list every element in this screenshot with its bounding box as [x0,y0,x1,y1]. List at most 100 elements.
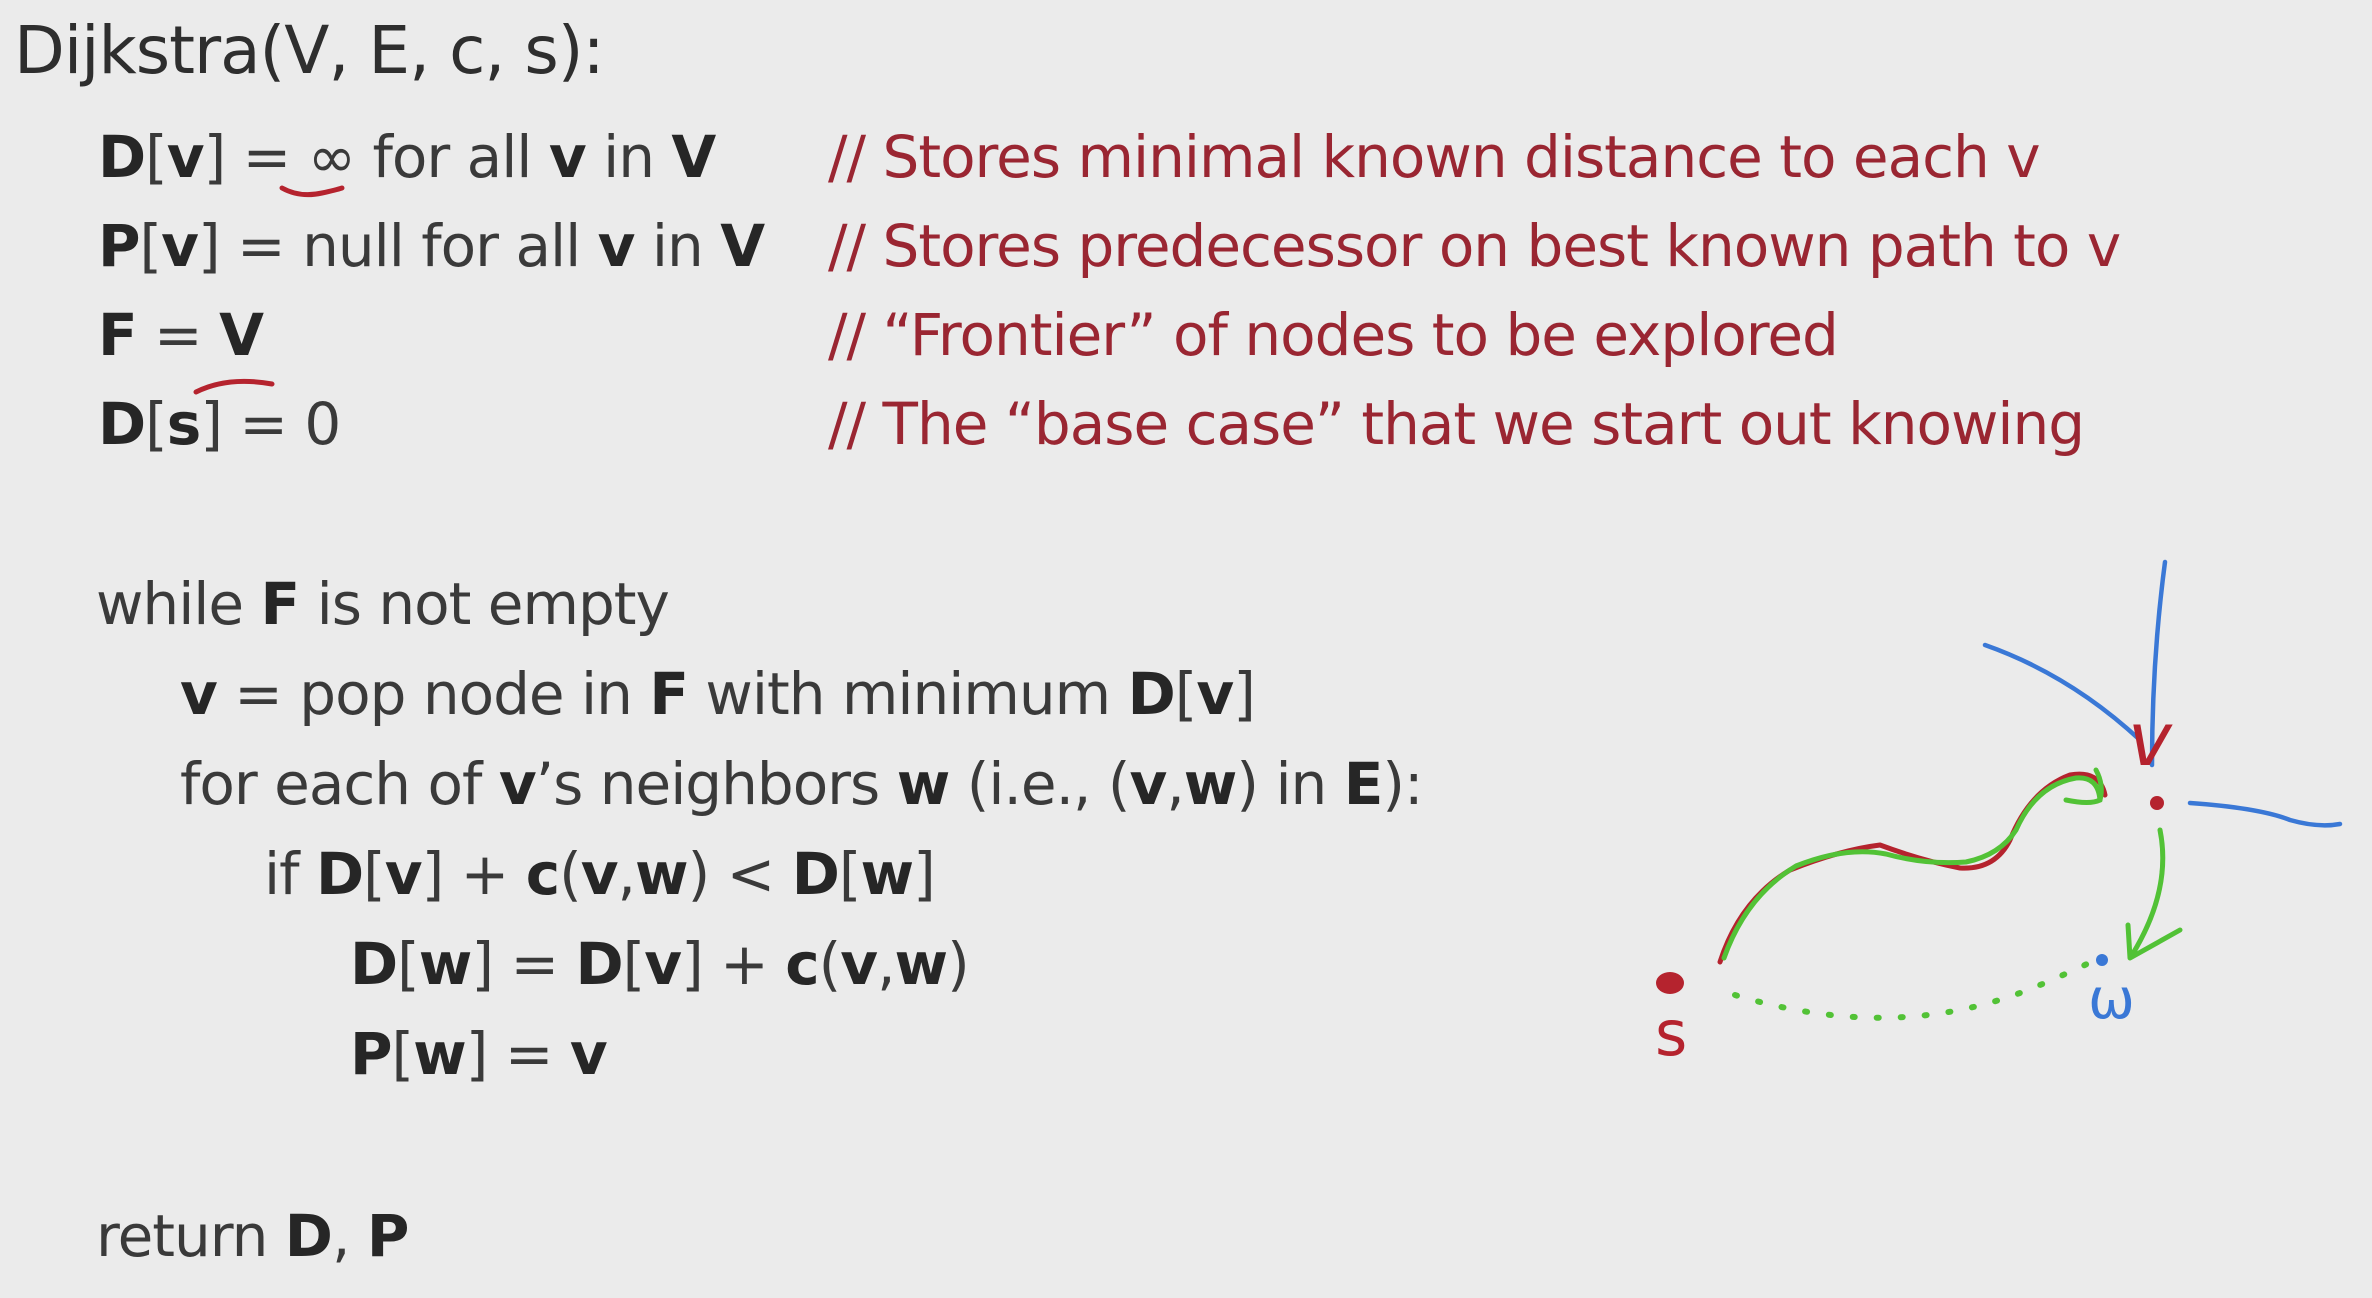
code-token-bold: v [384,840,423,908]
code-token: [ [622,930,646,998]
code-token: with minimum [687,660,1128,728]
code-token: while [96,570,261,638]
code-line-pop: v = pop node in F with minimum D[v] [180,665,1256,723]
code-token: , [1166,750,1184,818]
comment-init-frontier: // “Frontier” of nodes to be explored [828,301,1839,369]
code-token-bold: D [315,840,364,908]
node-v-label: v [2128,697,2173,783]
comment-init-distance: // Stores minimal known distance to each… [828,123,2041,191]
code-token: = pop node in [216,660,650,728]
code-token-bold: v [498,750,537,818]
red-best-path [1717,771,2108,965]
code-line-init-frontier: F = V [98,306,264,364]
code-token: [ [363,840,386,908]
green-arrowhead-v [2063,767,2104,805]
code-token: , [331,1202,367,1270]
code-line-init-source: D[s] = 0 [98,395,341,453]
code-token-bold: c [525,840,560,908]
code-token-bold: c [785,930,819,998]
blue-edge-up [2149,559,2168,768]
code-line-for-each: for each of v’s neighbors w (i.e., (v,w)… [180,755,1424,813]
code-line-init-distance: D[v] = ∞ for all v in V [98,128,716,186]
code-token: [ [838,840,862,908]
code-token: in [585,123,672,191]
code-token-bold: D [98,123,146,191]
node-s-label: s [1655,997,1687,1070]
code-token: if [264,840,316,908]
code-token: (i.e., ( [949,750,1131,818]
code-token: [ [1174,660,1198,728]
code-token: ] = null for all [197,212,598,280]
code-token-bold: D [98,390,146,458]
blue-edge-upper-left [1982,642,2143,743]
code-token-bold: v [548,123,587,191]
code-token-bold: P [98,212,141,280]
code-token-bold: v [597,212,636,280]
code-token: ) [947,930,970,998]
code-token: [ [139,212,163,280]
code-line-update-distance: D[w] = D[v] + c(v,w) [350,935,970,993]
code-token-bold: v [1129,750,1168,818]
code-token: ] = ∞ for all [203,123,549,191]
code-token: ] [913,840,936,908]
code-token-bold: v [580,840,619,908]
code-token-bold: v [840,930,878,998]
code-token: [ [145,390,168,458]
code-token-bold: w [413,1020,467,1088]
code-token: ] = [471,930,576,998]
code-token: ] + [421,840,526,908]
code-token-bold: w [896,750,951,818]
code-token: [ [397,930,420,998]
code-token-bold: w [634,840,689,908]
code-token-bold: v [180,660,218,728]
code-token-bold: w [1183,750,1238,818]
code-line-update-predecessor: P[w] = v [350,1025,608,1083]
code-token: for each of [180,750,499,818]
blue-edge-right [2187,800,2343,828]
code-token-bold: E [1343,750,1384,818]
code-token: [ [145,123,168,191]
code-token: [ [391,1020,415,1088]
code-token: ] = [465,1020,570,1088]
code-token: return [96,1202,285,1270]
code-token-bold: F [98,301,138,369]
node-w-label: ω [2088,967,2135,1032]
code-token: , [877,930,895,998]
code-token: = [136,301,220,369]
code-token-bold: D [575,930,624,998]
code-token-bold: v [166,123,205,191]
code-token: in [634,212,721,280]
code-token: ] + [681,930,786,998]
comment-init-source: // The “base case” that we start out kno… [828,390,2085,458]
code-token-bold: w [860,840,914,908]
code-token: ( [559,840,582,908]
code-token-bold: v [1196,660,1234,728]
code-token: ) < [687,840,792,908]
green-known-path [1721,775,2103,961]
code-token-bold: V [219,301,264,369]
code-token: ) in [1236,750,1344,818]
code-token-bold: w [418,930,473,998]
code-token: ): [1382,750,1423,818]
code-token-bold: V [671,123,716,191]
code-line-init-predecessor: P[v] = null for all v in V [98,217,765,275]
comment-init-predecessor: // Stores predecessor on best known path… [828,212,2121,280]
code-token: ( [818,930,842,998]
green-arrowhead-w [2125,922,2183,961]
code-token-bold: F [649,660,689,728]
code-token: ’s neighbors [535,750,897,818]
code-token-bold: D [284,1202,333,1270]
slide-title: Dijkstra(V, E, c, s): [14,12,605,89]
code-token-bold: F [260,570,301,638]
code-token: ] [1233,660,1256,728]
code-token-bold: D [350,930,398,998]
code-token-bold: s [166,390,202,458]
code-token: , [617,840,636,908]
code-line-if: if D[v] + c(v,w) < D[w] [264,845,936,903]
code-token-bold: P [350,1020,393,1088]
green-edge-v-to-w [2129,827,2166,958]
node-s-dot [1656,972,1684,994]
handwritten-sketch: s v ω [193,185,2343,1070]
code-line-while: while F is not empty [96,575,670,633]
code-token-bold: v [644,930,682,998]
